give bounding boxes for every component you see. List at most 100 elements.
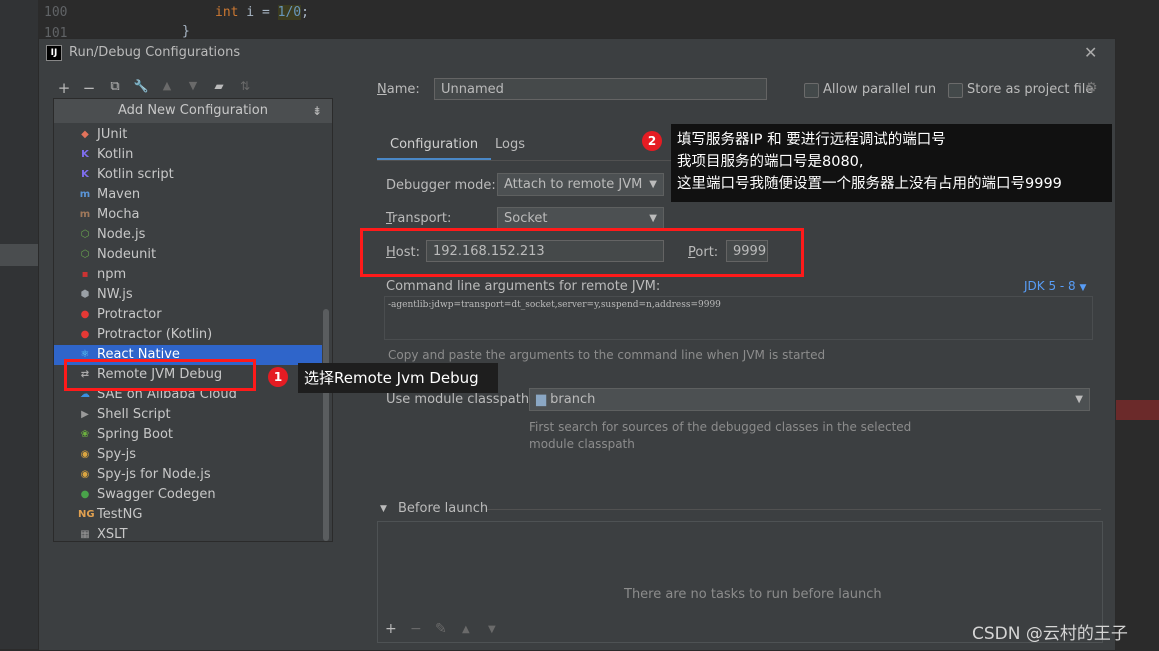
list-item[interactable]: ⬡ Node.js — [54, 225, 322, 245]
badge-2: 2 — [642, 131, 662, 151]
spring-boot-icon: ❀ — [80, 429, 90, 440]
cmd-args-label: Command line arguments for remote JVM: — [386, 279, 661, 294]
list-item-label: Kotlin — [97, 147, 134, 162]
list-item-label: Nodeunit — [97, 247, 157, 262]
list-item[interactable]: ● Protractor — [54, 305, 322, 325]
store-project-label: Store as project file — [967, 82, 1094, 97]
code-brace: } — [182, 24, 190, 39]
kotlin-icon: K — [81, 149, 89, 160]
gear-icon[interactable]: ⚙ — [1085, 80, 1098, 96]
cmd-args-text: -agentlib:jdwp=transport=dt_socket,serve… — [388, 300, 721, 310]
allow-parallel-label: Allow parallel run — [823, 82, 937, 97]
edit-task-icon[interactable]: ✎ — [435, 621, 447, 637]
module-classpath-dropdown[interactable]: ▆ branch ▼ — [529, 388, 1090, 411]
list-item[interactable]: ● Protractor (Kotlin) — [54, 325, 322, 345]
list-item[interactable]: m Maven — [54, 185, 322, 205]
transport-dropdown[interactable]: Socket ▼ — [497, 207, 664, 230]
list-item-label: XSLT — [97, 527, 128, 542]
store-project-checkbox[interactable] — [948, 83, 963, 98]
before-launch-label: Before launch — [398, 501, 489, 516]
kotlin-script-icon: K — [81, 169, 89, 180]
module-classpath-label: Use module classpath: — [386, 392, 534, 407]
move-up-icon[interactable]: ▲ — [157, 79, 177, 92]
before-launch-empty-text: There are no tasks to run before launch — [624, 587, 882, 602]
list-item-label: Node.js — [97, 227, 146, 242]
list-item[interactable]: ◉ Spy-js — [54, 445, 322, 465]
list-item[interactable]: NG TestNG — [54, 505, 322, 525]
copy-icon[interactable]: ⧉ — [105, 79, 125, 94]
nodejs-icon: ⬡ — [80, 229, 90, 240]
cmd-args-box[interactable]: -agentlib:jdwp=transport=dt_socket,serve… — [384, 296, 1093, 340]
tab-configuration[interactable]: Configuration — [377, 132, 492, 161]
protractor-icon: ● — [80, 309, 90, 320]
badge-1: 1 — [268, 367, 288, 387]
list-item-label: TestNG — [97, 507, 143, 522]
chevron-down-icon: ▼ — [1075, 394, 1083, 405]
nodeunit-icon: ⬡ — [80, 249, 90, 260]
list-item[interactable]: K Kotlin — [54, 145, 322, 165]
npm-icon: ▪ — [81, 269, 89, 280]
list-item-label: Spy-js for Node.js — [97, 467, 211, 482]
list-item[interactable]: ⬢ NW.js — [54, 285, 322, 305]
editor-highlight-right — [1114, 400, 1159, 420]
list-item[interactable]: ◆ JUnit — [54, 125, 322, 145]
add-task-icon[interactable]: + — [385, 621, 397, 637]
folder-icon[interactable]: ▰ — [209, 79, 229, 93]
jdk-version-link[interactable]: JDK 5 - 8 ▼ — [1024, 279, 1086, 293]
list-item[interactable]: ▦ XSLT — [54, 525, 322, 542]
close-icon[interactable]: ✕ — [1084, 43, 1097, 62]
highlight-remote-jvm — [64, 359, 256, 391]
maven-icon: m — [79, 189, 91, 200]
cmd-args-hint: Copy and paste the arguments to the comm… — [388, 348, 826, 362]
list-item[interactable]: ❀ Spring Boot — [54, 425, 322, 445]
code-line: int i = 1/0; — [215, 5, 309, 20]
dialog-titlebar[interactable]: IJ Run/Debug Configurations ✕ — [39, 39, 1115, 67]
list-item-label: Shell Script — [97, 407, 171, 422]
editor-gutter — [0, 0, 38, 649]
nwjs-icon: ⬢ — [80, 289, 90, 300]
tab-logs[interactable]: Logs — [487, 132, 533, 158]
remove-icon[interactable]: − — [79, 79, 99, 97]
name-field[interactable]: Unnamed — [434, 78, 767, 100]
list-item-label: Kotlin script — [97, 167, 174, 182]
list-item[interactable]: ▶ Shell Script — [54, 405, 322, 425]
chevron-down-icon: ▼ — [649, 179, 657, 190]
chevron-down-icon: ▼ — [1079, 283, 1087, 293]
list-scrollbar[interactable] — [323, 309, 329, 541]
collapse-icon[interactable]: ⇟ — [312, 99, 322, 123]
list-item[interactable]: ▪ npm — [54, 265, 322, 285]
module-hint-line2: module classpath — [529, 437, 635, 451]
swagger-icon: ● — [80, 489, 90, 500]
allow-parallel-checkbox[interactable] — [804, 83, 819, 98]
sort-icon[interactable]: ⇅ — [235, 79, 255, 93]
move-task-down-icon[interactable]: ▼ — [488, 624, 496, 635]
list-item-label: NW.js — [97, 287, 133, 302]
editor-highlight-left — [0, 244, 38, 266]
list-item[interactable]: ⬡ Nodeunit — [54, 245, 322, 265]
list-item[interactable]: m Mocha — [54, 205, 322, 225]
spy-js-node-icon: ◉ — [80, 469, 90, 480]
mocha-icon: m — [79, 209, 91, 220]
remove-task-icon[interactable]: − — [410, 621, 422, 637]
list-item-label: Mocha — [97, 207, 140, 222]
transport-label: Transport: — [386, 211, 452, 226]
debugger-mode-dropdown[interactable]: Attach to remote JVM ▼ — [497, 173, 664, 196]
move-task-up-icon[interactable]: ▲ — [462, 624, 470, 635]
list-item[interactable]: ◉ Spy-js for Node.js — [54, 465, 322, 485]
intellij-icon: IJ — [46, 45, 62, 61]
list-item[interactable]: K Kotlin script — [54, 165, 322, 185]
list-item-label: Swagger Codegen — [97, 487, 216, 502]
line-number: 100 — [44, 5, 68, 20]
module-folder-icon: ▆ — [536, 392, 546, 407]
add-icon[interactable]: + — [54, 79, 74, 97]
list-item-label: Spy-js — [97, 447, 137, 462]
list-item-label: Protractor — [97, 307, 162, 322]
wrench-icon[interactable]: 🔧 — [131, 79, 151, 93]
before-launch-divider — [487, 509, 1101, 510]
note-1: 选择Remote Jvm Debug — [298, 363, 498, 393]
list-item[interactable]: ● Swagger Codegen — [54, 485, 322, 505]
move-down-icon[interactable]: ▼ — [183, 79, 203, 92]
expand-triangle-icon[interactable]: ▼ — [380, 504, 387, 514]
list-item-label: Maven — [97, 187, 141, 202]
add-new-configuration-header: Add New Configuration ⇟ — [54, 99, 332, 123]
